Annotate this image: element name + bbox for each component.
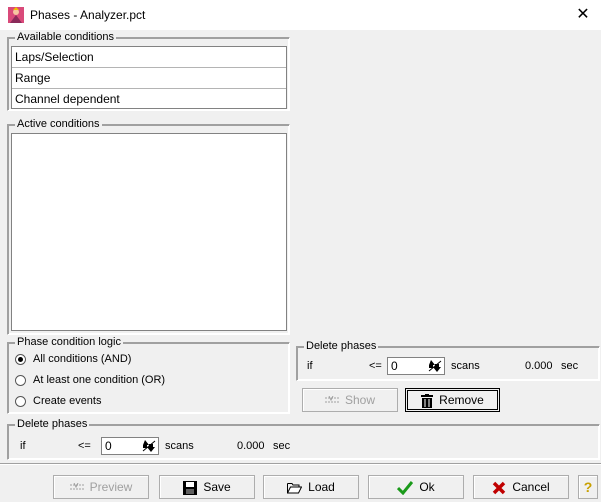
if-label: if — [307, 360, 313, 372]
close-button[interactable]: ✕ — [565, 0, 601, 30]
scans-unit: scans — [451, 360, 480, 372]
active-conditions-group: Active conditions — [7, 118, 290, 335]
seconds-value: 0.000 — [525, 360, 553, 372]
help-button[interactable]: ? — [578, 475, 598, 499]
open-folder-icon — [287, 482, 303, 494]
ok-label: Ok — [419, 480, 435, 494]
condition-delete-phases-legend: Delete phases — [304, 340, 379, 353]
radio-label: Create events — [33, 395, 102, 407]
cancel-button[interactable]: Cancel — [473, 475, 569, 499]
seconds-unit: sec — [273, 440, 291, 452]
available-conditions-legend: Available conditions — [15, 31, 117, 44]
spin-arrows-icon[interactable] — [427, 359, 443, 373]
scans-spinner[interactable]: 0 — [101, 437, 159, 455]
radio-button[interactable] — [15, 354, 26, 365]
help-icon: ? — [583, 479, 593, 495]
cancel-label: Cancel — [512, 480, 550, 494]
show-phases-icon — [324, 395, 339, 403]
remove-label: Remove — [439, 393, 484, 407]
active-conditions-legend: Active conditions — [15, 118, 102, 131]
show-button[interactable]: Show — [302, 388, 398, 412]
remove-button[interactable]: Remove — [405, 388, 500, 412]
scans-spinner[interactable]: 0 — [387, 357, 445, 375]
available-conditions-list[interactable]: Laps/Selection Range Channel dependent — [11, 46, 287, 109]
seconds-value: 0.000 — [237, 440, 265, 452]
preview-button[interactable]: Preview — [53, 475, 149, 499]
radio-label: At least one condition (OR) — [33, 374, 166, 386]
cancel-x-icon — [493, 481, 506, 495]
seconds-unit: sec — [561, 360, 579, 372]
scans-value: 0 — [391, 359, 398, 373]
load-button[interactable]: Load — [263, 475, 359, 499]
phase-condition-logic-legend: Phase condition logic — [15, 336, 123, 349]
floppy-disk-icon — [183, 480, 198, 495]
operator-label: <= — [78, 440, 91, 452]
radio-button[interactable] — [15, 396, 26, 407]
global-delete-phases-legend: Delete phases — [15, 418, 90, 431]
app-icon — [8, 7, 24, 23]
active-conditions-list[interactable] — [11, 133, 287, 331]
show-label: Show — [344, 393, 376, 407]
ok-button[interactable]: Ok — [368, 475, 464, 499]
list-item[interactable]: Channel dependent — [12, 89, 286, 110]
radio-label: All conditions (AND) — [33, 353, 132, 365]
preview-label: Preview — [89, 480, 133, 494]
available-conditions-group: Available conditions Laps/Selection Rang… — [7, 31, 290, 111]
if-label: if — [20, 440, 26, 452]
save-label: Save — [203, 480, 231, 494]
spin-arrows-icon[interactable] — [141, 439, 157, 453]
phase-condition-logic-group: Phase condition logic All conditions (AN… — [7, 336, 290, 414]
radio-selected-dot — [18, 357, 23, 362]
operator-label: <= — [369, 360, 382, 372]
scans-value: 0 — [105, 439, 112, 453]
load-label: Load — [308, 480, 335, 494]
phases-dialog: Phases - Analyzer.pct ✕ Available condit… — [0, 0, 601, 502]
title-bar: Phases - Analyzer.pct ✕ — [0, 0, 601, 30]
preview-icon — [69, 482, 84, 490]
list-item[interactable]: Laps/Selection — [12, 47, 286, 68]
radio-button[interactable] — [15, 375, 26, 386]
condition-delete-phases-group: Delete phases if <= 0 scans 0.000 sec — [296, 340, 600, 381]
list-item[interactable]: Range — [12, 68, 286, 89]
window-title: Phases - Analyzer.pct — [30, 8, 146, 22]
trash-icon — [421, 393, 434, 408]
global-delete-phases-group: Delete phases if <= 0 scans 0.000 sec — [7, 418, 600, 460]
scans-unit: scans — [165, 440, 194, 452]
footer-separator — [0, 463, 601, 465]
checkmark-icon — [397, 480, 414, 495]
save-button[interactable]: Save — [159, 475, 255, 499]
